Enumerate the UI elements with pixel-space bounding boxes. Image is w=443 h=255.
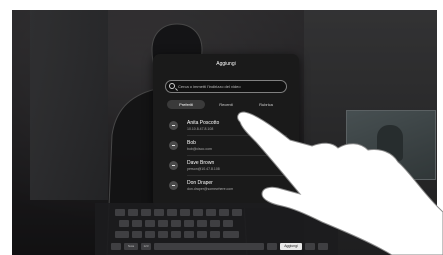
- tab-recents[interactable]: Recenti: [207, 100, 245, 109]
- keyboard-key[interactable]: [171, 231, 181, 238]
- contact-row[interactable]: Dave Brown person@10.47.8.108: [165, 156, 287, 176]
- contact-avatar-icon: [169, 181, 178, 190]
- keyboard-key[interactable]: [132, 231, 142, 238]
- search-input[interactable]: [178, 81, 282, 92]
- contact-name: Anita Poscotto: [187, 120, 220, 126]
- keyboard-key[interactable]: [132, 220, 142, 227]
- tab-directory[interactable]: Rubrica: [247, 100, 285, 109]
- keyboard-key[interactable]: [318, 243, 328, 250]
- keyboard-key[interactable]: [158, 231, 168, 238]
- contact-name: Bob: [187, 140, 196, 146]
- keyboard-key[interactable]: [210, 220, 220, 227]
- keyboard-key[interactable]: [145, 231, 155, 238]
- contact-address: 10.10.8.47.8.108: [187, 127, 214, 131]
- search-field[interactable]: [165, 80, 287, 93]
- keyboard-key[interactable]: [119, 220, 129, 227]
- shift-key[interactable]: [115, 231, 129, 238]
- keyboard-key[interactable]: [128, 209, 138, 216]
- keyboard-key[interactable]: [115, 209, 125, 216]
- keyboard-key[interactable]: [171, 220, 181, 227]
- contact-row[interactable]: Anita Poscotto 10.10.8.47.8.108: [165, 116, 287, 136]
- dialog-title: Aggiungi: [216, 61, 236, 67]
- keyboard-key[interactable]: [206, 209, 216, 216]
- keyboard-key[interactable]: [210, 231, 220, 238]
- add-participant-dialog: Aggiungi Preferiti Recenti Rubrica Anita…: [153, 54, 299, 208]
- keyboard-key[interactable]: [167, 209, 177, 216]
- contact-name: Don Draper: [187, 180, 213, 186]
- search-icon: [169, 83, 175, 89]
- notes-key[interactable]: Nota: [124, 243, 138, 250]
- contact-address: person@10.47.8.108: [187, 167, 220, 171]
- contact-address: don.draper@somewhere.com: [187, 187, 234, 191]
- keyboard-toggle-icon[interactable]: [111, 243, 121, 250]
- contact-row[interactable]: Bob bob@cisco.com: [165, 136, 287, 156]
- keyboard-key[interactable]: [180, 209, 190, 216]
- contact-avatar-icon: [169, 121, 178, 130]
- keyboard-key[interactable]: [158, 220, 168, 227]
- space-key[interactable]: [154, 243, 264, 250]
- mode-key[interactable]: 123: [141, 243, 151, 250]
- tab-favorites[interactable]: Preferiti: [167, 100, 205, 109]
- contact-avatar-icon: [169, 141, 178, 150]
- keyboard-key[interactable]: [267, 243, 277, 250]
- keyboard-key[interactable]: [145, 220, 155, 227]
- keyboard-key[interactable]: [193, 209, 203, 216]
- keyboard-key[interactable]: [141, 209, 151, 216]
- contact-row[interactable]: Don Draper don.draper@somewhere.com: [165, 176, 287, 196]
- backspace-key[interactable]: [223, 231, 239, 238]
- keyboard-key[interactable]: [305, 243, 315, 250]
- contact-address: bob@cisco.com: [187, 147, 212, 151]
- on-screen-keyboard: Nota 123 Aggiungi: [95, 203, 338, 255]
- keyboard-key[interactable]: [184, 231, 194, 238]
- tab-bar: Preferiti Recenti Rubrica: [165, 100, 287, 109]
- keyboard-key[interactable]: [197, 231, 207, 238]
- add-action-key[interactable]: Aggiungi: [280, 243, 302, 250]
- keyboard-key[interactable]: [219, 209, 229, 216]
- keyboard-key[interactable]: [223, 220, 233, 227]
- contact-avatar-icon: [169, 161, 178, 170]
- screenshot-frame: Aggiungi Preferiti Recenti Rubrica Anita…: [0, 0, 443, 255]
- keyboard-key[interactable]: [154, 209, 164, 216]
- keyboard-key[interactable]: [232, 209, 242, 216]
- contact-name: Dave Brown: [187, 160, 215, 166]
- keyboard-key[interactable]: [184, 220, 194, 227]
- keyboard-key[interactable]: [197, 220, 207, 227]
